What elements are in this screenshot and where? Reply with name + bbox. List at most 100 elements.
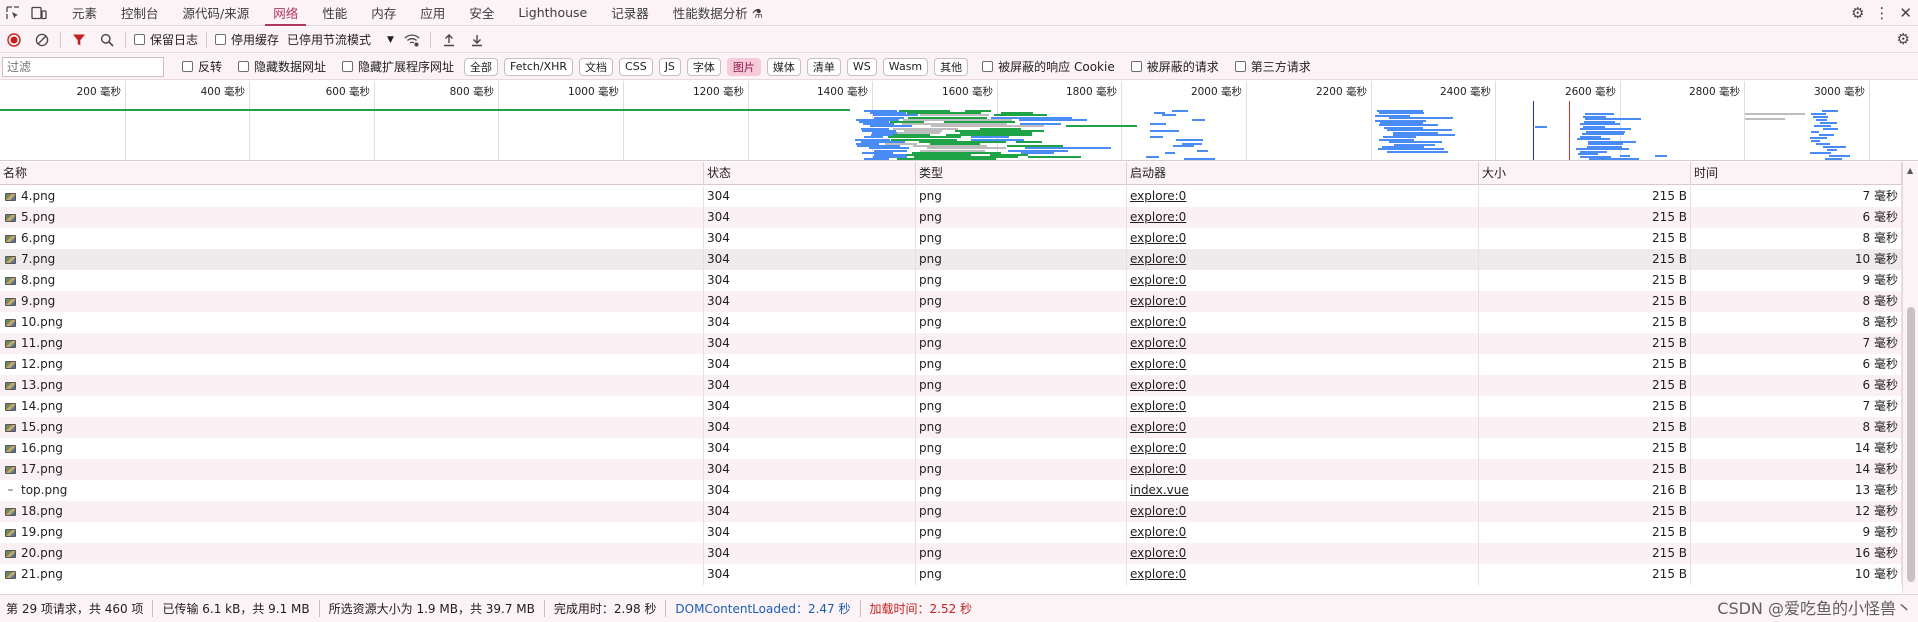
- name-cell[interactable]: 15.png: [0, 417, 704, 438]
- type-filter-chip[interactable]: WS: [846, 57, 877, 76]
- close-devtools-icon[interactable]: ✕: [1899, 4, 1912, 22]
- inspect-element-icon[interactable]: [0, 0, 26, 26]
- tab-6[interactable]: 应用: [408, 0, 457, 26]
- name-cell[interactable]: 19.png: [0, 522, 704, 543]
- tab-0[interactable]: 元素: [60, 0, 109, 26]
- type-filter-chip[interactable]: Fetch/XHR: [504, 57, 574, 76]
- column-header[interactable]: 状态: [704, 162, 916, 185]
- name-cell[interactable]: 20.png: [0, 543, 704, 564]
- type-filter-chip[interactable]: 字体: [686, 57, 721, 76]
- disable-cache-checkbox[interactable]: 停用缓存: [215, 31, 279, 48]
- throttling-select[interactable]: 已停用节流模式 ▼: [287, 31, 394, 48]
- initiator-link[interactable]: explore:0: [1130, 504, 1186, 518]
- initiator-link[interactable]: explore:0: [1130, 273, 1186, 287]
- checkbox-box[interactable]: [238, 61, 250, 72]
- tab-8[interactable]: Lighthouse: [506, 0, 599, 26]
- scroll-up-arrow-icon[interactable]: ▲: [1907, 166, 1913, 175]
- name-cell[interactable]: top.png: [0, 480, 704, 501]
- column-header[interactable]: 名称: [0, 162, 704, 185]
- network-conditions-wifi-icon[interactable]: [402, 30, 422, 50]
- table-row[interactable]: 5.png 304 png explore:0 215 B6 毫秒: [0, 207, 1902, 228]
- name-cell[interactable]: 11.png: [0, 333, 704, 354]
- checkbox-box[interactable]: [342, 61, 354, 72]
- table-row[interactable]: 8.png 304 png explore:0 215 B9 毫秒: [0, 270, 1902, 291]
- network-settings-gear-icon[interactable]: ⚙: [1897, 30, 1910, 48]
- blocked-requests-checkbox[interactable]: 被屏蔽的请求: [1130, 58, 1219, 75]
- type-filter-chip[interactable]: 文档: [579, 57, 614, 76]
- table-row[interactable]: 12.png 304 png explore:0 215 B6 毫秒: [0, 354, 1902, 375]
- filter-funnel-icon[interactable]: [69, 30, 89, 50]
- name-cell[interactable]: 9.png: [0, 291, 704, 312]
- device-toolbar-icon[interactable]: [26, 0, 52, 26]
- initiator-link[interactable]: explore:0: [1130, 231, 1186, 245]
- table-row[interactable]: top.png 304 png index.vue 216 B 13 毫秒: [0, 480, 1902, 501]
- third-party-checkbox[interactable]: 第三方请求: [1234, 58, 1311, 75]
- initiator-link[interactable]: explore:0: [1130, 399, 1186, 413]
- name-cell[interactable]: 7.png: [0, 249, 704, 270]
- table-row[interactable]: 16.png 304 png explore:0 215 B 14 毫秒: [0, 438, 1902, 459]
- checkbox-box[interactable]: [134, 34, 145, 45]
- name-cell[interactable]: 5.png: [0, 207, 704, 228]
- tab-2[interactable]: 源代码/来源: [171, 0, 262, 26]
- table-row[interactable]: 10.png 304 png explore:0 215 B8 毫秒: [0, 312, 1902, 333]
- name-cell[interactable]: 13.png: [0, 375, 704, 396]
- column-header[interactable]: 时间: [1691, 162, 1902, 185]
- invert-checkbox[interactable]: 反转: [182, 58, 222, 75]
- tab-10[interactable]: 性能数据分析 ⚗: [661, 0, 775, 26]
- column-header[interactable]: 类型: [916, 162, 1127, 185]
- tab-3[interactable]: 网络: [261, 0, 310, 26]
- tab-1[interactable]: 控制台: [109, 0, 171, 26]
- name-cell[interactable]: 8.png: [0, 270, 704, 291]
- table-row[interactable]: 7.png 304 png explore:0 215 B 10 毫秒: [0, 249, 1902, 270]
- initiator-link[interactable]: explore:0: [1130, 441, 1186, 455]
- preserve-log-checkbox[interactable]: 保留日志: [134, 31, 198, 48]
- tab-5[interactable]: 内存: [359, 0, 408, 26]
- column-header[interactable]: 启动器: [1127, 162, 1479, 185]
- table-row[interactable]: 18.png 304 png explore:0 215 B 12 毫秒: [0, 501, 1902, 522]
- table-row[interactable]: 15.png 304 png explore:0 215 B8 毫秒: [0, 417, 1902, 438]
- name-cell[interactable]: 10.png: [0, 312, 704, 333]
- tab-4[interactable]: 性能: [310, 0, 359, 26]
- initiator-link[interactable]: explore:0: [1130, 252, 1186, 266]
- checkbox-box[interactable]: [182, 61, 193, 72]
- name-cell[interactable]: 12.png: [0, 354, 704, 375]
- initiator-link[interactable]: explore:0: [1130, 420, 1186, 434]
- name-cell[interactable]: 4.png: [0, 186, 704, 207]
- initiator-link[interactable]: explore:0: [1130, 567, 1186, 581]
- hide-extension-urls-checkbox[interactable]: 隐藏扩展程序网址: [342, 58, 454, 75]
- name-cell[interactable]: 18.png: [0, 501, 704, 522]
- import-har-upload-icon[interactable]: [439, 30, 459, 50]
- column-header[interactable]: 大小: [1479, 162, 1691, 185]
- table-row[interactable]: 11.png 304 png explore:0 215 B7 毫秒: [0, 333, 1902, 354]
- table-row[interactable]: 14.png 304 png explore:0 215 B7 毫秒: [0, 396, 1902, 417]
- checkbox-box[interactable]: [215, 34, 227, 45]
- table-row[interactable]: 9.png 304 png explore:0 215 B8 毫秒: [0, 291, 1902, 312]
- type-filter-chip[interactable]: 全部: [464, 57, 499, 76]
- blocked-cookies-checkbox[interactable]: 被屏蔽的响应 Cookie: [982, 58, 1115, 75]
- name-cell[interactable]: 6.png: [0, 228, 704, 249]
- hide-data-urls-checkbox[interactable]: 隐藏数据网址: [238, 58, 326, 75]
- initiator-link[interactable]: explore:0: [1130, 315, 1186, 329]
- clear-icon[interactable]: [32, 30, 52, 50]
- name-cell[interactable]: 17.png: [0, 459, 704, 480]
- table-row[interactable]: 13.png 304 png explore:0 215 B6 毫秒: [0, 375, 1902, 396]
- initiator-link[interactable]: explore:0: [1130, 462, 1186, 476]
- name-cell[interactable]: 21.png: [0, 564, 704, 585]
- scrollbar-thumb[interactable]: [1907, 307, 1915, 582]
- table-row[interactable]: 20.png 304 png explore:0 215 B 16 毫秒: [0, 543, 1902, 564]
- tab-7[interactable]: 安全: [457, 0, 506, 26]
- type-filter-chip[interactable]: 清单: [806, 57, 841, 76]
- type-filter-chip[interactable]: Wasm: [882, 57, 929, 76]
- name-cell[interactable]: 16.png: [0, 438, 704, 459]
- settings-gear-icon[interactable]: ⚙: [1851, 4, 1864, 22]
- checkbox-box[interactable]: [982, 61, 994, 72]
- type-filter-chip[interactable]: CSS: [619, 57, 653, 76]
- checkbox-box[interactable]: [1234, 61, 1246, 72]
- table-row[interactable]: 4.png 304 png explore:0 215 B7 毫秒: [0, 186, 1902, 207]
- type-filter-chip[interactable]: 媒体: [766, 57, 801, 76]
- search-icon[interactable]: [97, 30, 117, 50]
- initiator-link[interactable]: explore:0: [1130, 357, 1186, 371]
- export-har-download-icon[interactable]: [467, 30, 487, 50]
- tab-9[interactable]: 记录器: [599, 0, 661, 26]
- table-scrollbar[interactable]: ▲: [1902, 162, 1918, 593]
